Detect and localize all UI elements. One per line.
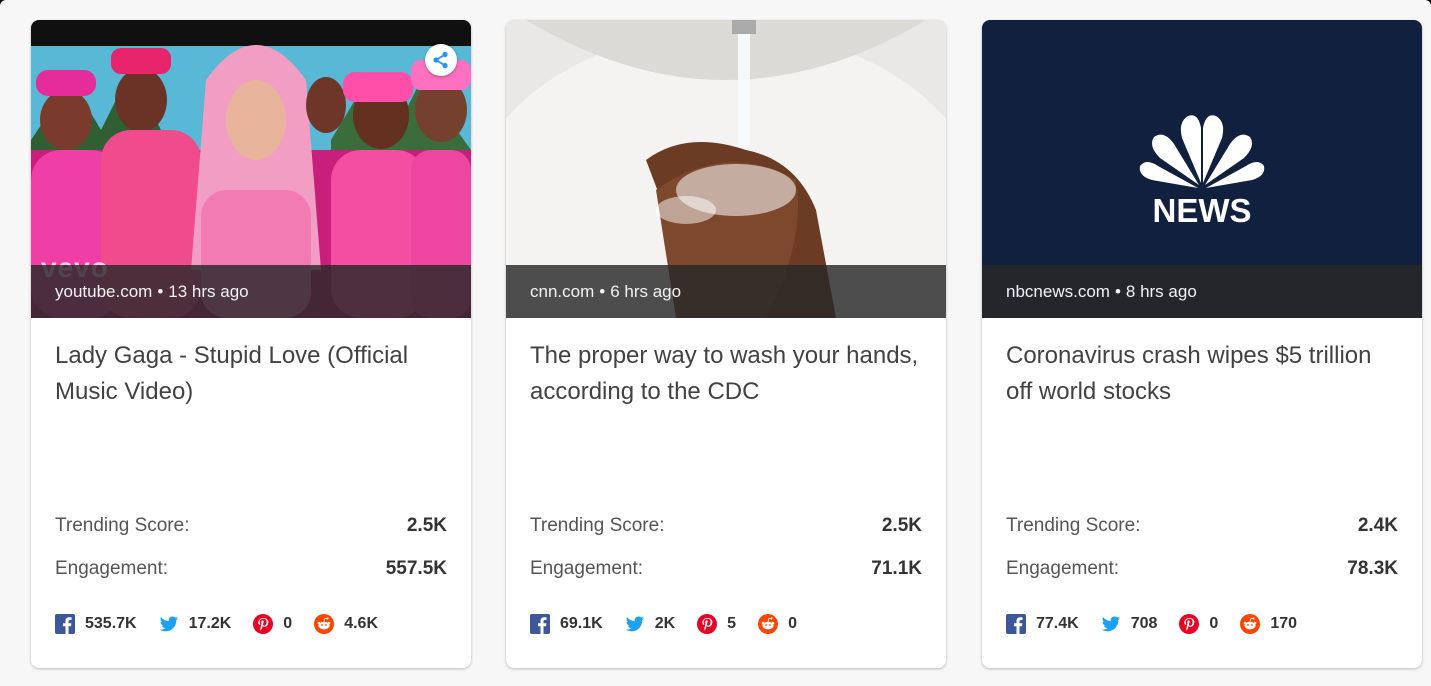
twitter-stat: 708	[1101, 614, 1158, 634]
trending-score-value: 2.5K	[881, 515, 922, 536]
twitter-icon	[1101, 614, 1121, 634]
engagement-value: 71.1K	[871, 558, 922, 579]
engagement-row: Engagement: 71.1K	[530, 556, 922, 582]
pinterest-stat: 0	[1179, 614, 1218, 634]
engagement-row: Engagement: 557.5K	[55, 556, 447, 582]
reddit-stat: 0	[758, 614, 797, 634]
engagement-label: Engagement:	[530, 558, 644, 579]
source-meta: cnn.com • 6 hrs ago	[506, 265, 946, 318]
twitter-icon	[159, 614, 179, 634]
engagement-row: Engagement: 78.3K	[1006, 556, 1398, 582]
share-icon	[433, 51, 448, 69]
pinterest-count: 0	[283, 615, 293, 632]
trending-score-value: 2.4K	[1357, 515, 1398, 536]
reddit-count: 0	[788, 615, 797, 632]
engagement-value: 557.5K	[385, 558, 447, 579]
social-stats: 535.7K 17.2K 0 4.6K	[55, 612, 400, 636]
nbc-logo-text: NEWS	[1153, 192, 1252, 229]
reddit-stat: 170	[1240, 614, 1297, 634]
trending-score-label: Trending Score:	[530, 515, 665, 536]
source-domain[interactable]: youtube.com	[55, 282, 152, 301]
post-time: 13 hrs ago	[168, 282, 249, 301]
article-card[interactable]: vevo youtube.com•13 hrs ago Lady Gaga - …	[31, 20, 471, 668]
pinterest-icon	[253, 614, 274, 634]
engagement-label: Engagement:	[1006, 558, 1120, 579]
pinterest-icon	[1179, 614, 1200, 634]
source-domain[interactable]: cnn.com	[530, 282, 594, 301]
reddit-icon	[758, 614, 779, 634]
trending-score-label: Trending Score:	[1006, 515, 1141, 536]
pinterest-count: 0	[1209, 615, 1219, 632]
twitter-stat: 17.2K	[159, 614, 232, 634]
source-domain[interactable]: nbcnews.com	[1006, 282, 1110, 301]
reddit-count: 4.6K	[344, 615, 378, 632]
article-title[interactable]: Coronavirus crash wipes $5 trillion off …	[1006, 338, 1402, 410]
social-stats: 77.4K 708 0 170	[1006, 612, 1319, 636]
trending-score-row: Trending Score: 2.4K	[1006, 513, 1398, 539]
reddit-stat: 4.6K	[314, 614, 378, 634]
facebook-stat: 69.1K	[530, 614, 603, 634]
article-card[interactable]: NEWS nbcnews.com • 8 hrs ago Coronavirus c…	[982, 20, 1422, 668]
post-time: 8 hrs ago	[1125, 282, 1197, 301]
article-thumbnail[interactable]: cnn.com • 6 hrs ago	[506, 20, 946, 318]
facebook-stat: 535.7K	[55, 614, 137, 634]
facebook-count: 535.7K	[85, 615, 137, 632]
engagement-value: 78.3K	[1347, 558, 1398, 579]
meta-separator: •	[599, 282, 606, 301]
article-title[interactable]: Lady Gaga - Stupid Love (Official Music …	[55, 338, 451, 410]
source-meta: nbcnews.com • 8 hrs ago	[982, 265, 1422, 318]
reddit-icon	[314, 614, 335, 634]
article-card[interactable]: cnn.com • 6 hrs ago The proper way to wash…	[506, 20, 946, 668]
facebook-icon	[1006, 614, 1026, 634]
pinterest-icon	[697, 614, 718, 634]
reddit-icon	[1240, 614, 1261, 634]
pinterest-count: 5	[727, 615, 737, 632]
article-thumbnail[interactable]: NEWS nbcnews.com • 8 hrs ago	[982, 20, 1422, 318]
social-stats: 69.1K 2K 5 0	[530, 612, 819, 636]
facebook-icon	[530, 614, 550, 634]
trending-score-value: 2.5K	[406, 515, 447, 536]
twitter-stat: 2K	[625, 614, 675, 634]
pinterest-stat: 5	[697, 614, 736, 634]
facebook-count: 69.1K	[560, 615, 603, 632]
post-time: 6 hrs ago	[610, 282, 682, 301]
reddit-count: 170	[1270, 615, 1298, 632]
article-title[interactable]: The proper way to wash your hands, accor…	[530, 338, 926, 410]
engagement-label: Engagement:	[55, 558, 169, 579]
page: vevo youtube.com•13 hrs ago Lady Gaga - …	[0, 0, 1431, 686]
twitter-count: 708	[1130, 615, 1158, 632]
trending-score-row: Trending Score: 2.5K	[55, 513, 447, 539]
twitter-icon	[625, 614, 645, 634]
meta-separator: •	[157, 282, 164, 301]
twitter-count: 2K	[654, 615, 676, 632]
meta-separator: •	[1114, 282, 1121, 301]
facebook-icon	[55, 614, 75, 634]
twitter-count: 17.2K	[188, 615, 232, 632]
facebook-stat: 77.4K	[1006, 614, 1079, 634]
trending-score-row: Trending Score: 2.5K	[530, 513, 922, 539]
source-meta: youtube.com • 13 hrs ago	[31, 265, 471, 318]
trending-score-label: Trending Score:	[55, 515, 190, 536]
facebook-count: 77.4K	[1036, 615, 1079, 632]
article-thumbnail[interactable]: vevo youtube.com•13 hrs ago	[31, 20, 471, 318]
pinterest-stat: 0	[253, 614, 292, 634]
share-button[interactable]	[425, 44, 457, 76]
